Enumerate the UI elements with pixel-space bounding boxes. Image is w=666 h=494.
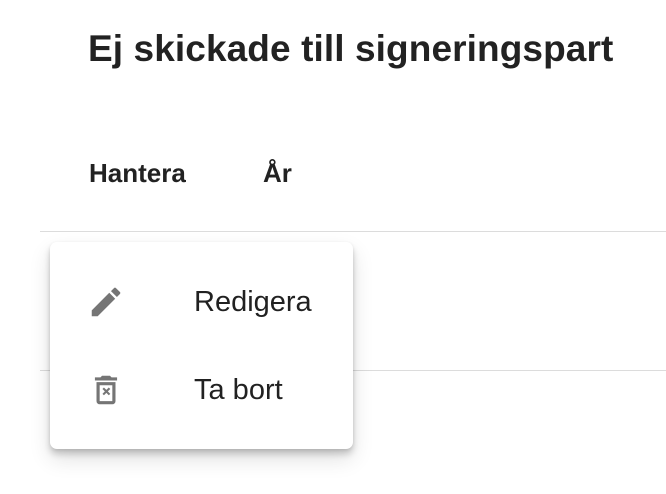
column-header-ar[interactable]: År [263, 158, 292, 189]
page: Ej skickade till signeringspart Hantera … [0, 0, 666, 494]
menu-item-label: Redigera [194, 285, 312, 318]
table-divider [40, 231, 666, 232]
menu-item-redigera[interactable]: Redigera [50, 258, 353, 346]
column-header-hantera[interactable]: Hantera [89, 158, 186, 189]
pencil-icon [86, 282, 126, 322]
menu-item-ta-bort[interactable]: Ta bort [50, 346, 353, 434]
menu-item-label: Ta bort [194, 373, 283, 406]
trash-icon [86, 370, 126, 410]
page-title: Ej skickade till signeringspart [88, 28, 614, 69]
context-menu: Redigera Ta bort [50, 242, 353, 449]
